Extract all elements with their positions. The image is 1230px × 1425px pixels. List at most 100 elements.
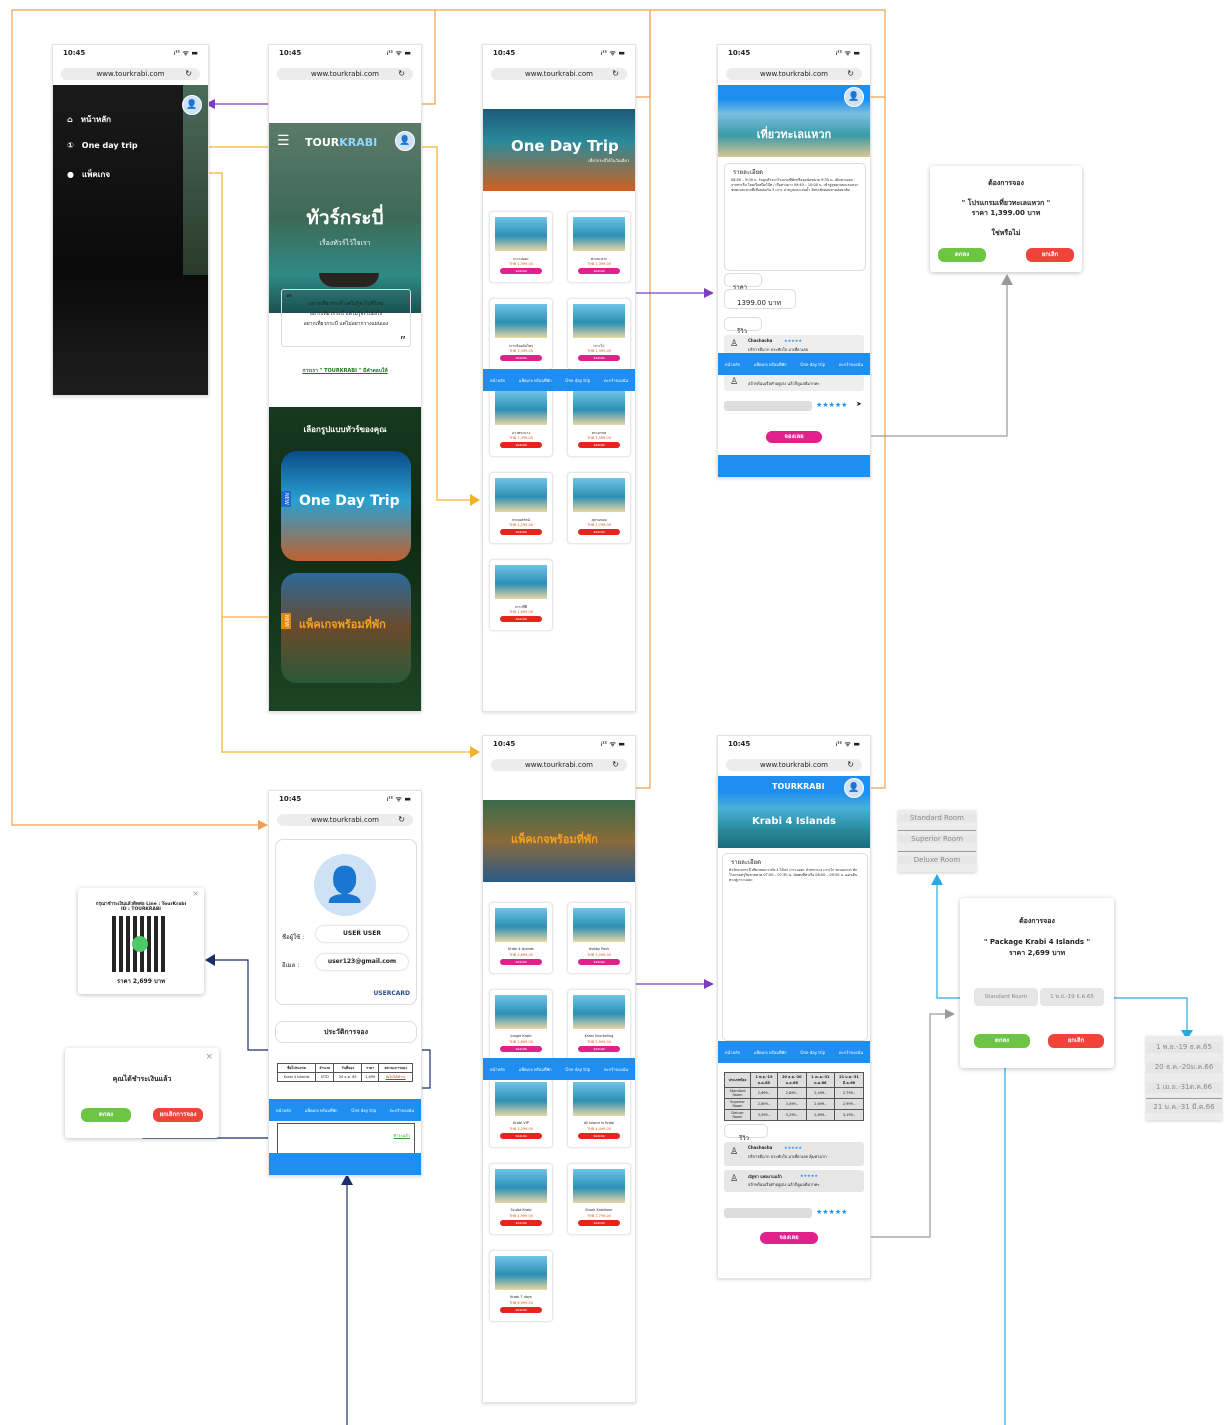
url-bar[interactable]: www.tourkrabi.com ↻ <box>726 68 862 80</box>
trip-card[interactable]: Krabi 7 days THB 6,999.00 จองเลย <box>489 1250 553 1322</box>
nav-day-trip[interactable]: One day trip <box>800 1050 825 1055</box>
trip-card[interactable]: Krabi VIP THB 3,299.00 จองเลย <box>489 1076 553 1148</box>
nav-home[interactable]: หน้าหลัก <box>725 361 740 368</box>
review-input[interactable] <box>724 401 812 411</box>
date-select[interactable]: 1 พ.ย.-19 ธ.ค.65 <box>1040 988 1104 1006</box>
nav-package[interactable]: แพ็คเกจ พร้อมที่พัก <box>519 1066 552 1073</box>
menu-icon[interactable]: ☰ <box>277 133 290 149</box>
book-button[interactable]: จองเลย <box>578 959 620 965</box>
book-button[interactable]: จองเลย <box>578 1046 620 1052</box>
book-button[interactable]: จองเลย <box>500 355 542 361</box>
review-stars-input[interactable]: ★★★★★ <box>816 401 847 409</box>
nav-cart[interactable]: ตะกร้าของฉัน <box>839 361 863 368</box>
reload-icon[interactable]: ↻ <box>398 814 405 826</box>
book-button[interactable]: จองเลย <box>500 1307 542 1313</box>
nav-home[interactable]: หน้าหลัก <box>490 377 505 384</box>
review-stars-input[interactable]: ★★★★★ <box>816 1208 847 1216</box>
trip-card[interactable]: เกาะพีพี THB 1,899.00 จองเลย <box>489 559 553 631</box>
nav-cart[interactable]: ตะกร้าของฉัน <box>839 1049 863 1056</box>
trip-card[interactable]: Krabi Snorkeling THB 2,999.00 จองเลย <box>567 989 631 1061</box>
url-bar[interactable]: www.tourkrabi.com ↻ <box>726 759 862 771</box>
trip-card[interactable]: เกาะปอดะ THB 1,399.00 จองเลย <box>489 211 553 283</box>
banner-package[interactable]: NEW แพ็คเกจพร้อมที่พัก <box>281 573 411 683</box>
drawer-item-package[interactable]: ● แพ็คเกจ <box>67 168 110 181</box>
url-bar[interactable]: www.tourkrabi.com ↻ <box>491 759 627 771</box>
trip-card[interactable]: อ่าวพระนาง THB 1,399.00 จองเลย <box>489 385 553 457</box>
cancel-booking-button[interactable]: ยกเลิกการจอง <box>153 1108 203 1122</box>
review-input[interactable] <box>724 1208 812 1218</box>
trip-card[interactable]: เกาะห้องคันไทร THB 1,399.00 จองเลย <box>489 298 553 370</box>
book-button[interactable]: จองเลย <box>760 1232 818 1244</box>
reload-icon[interactable]: ↻ <box>398 68 405 80</box>
ok-button[interactable]: ตกลง <box>938 248 986 262</box>
book-button[interactable]: จองเลย <box>500 268 542 274</box>
trip-card[interactable]: All Island in Krabi THB 4,499.00 จองเลย <box>567 1076 631 1148</box>
date-option[interactable]: 20 ธ.ค.-20ม.ค.66 <box>1146 1062 1222 1073</box>
nav-day-trip[interactable]: One day trip <box>565 378 590 383</box>
date-option[interactable]: 1 เม.ย.-31ต.ค.66 <box>1146 1082 1222 1093</box>
trip-card[interactable]: Hobby Pack THB 2,099.00 จองเลย <box>567 902 631 974</box>
nav-package[interactable]: แพ็คเกจ พร้อมที่พัก <box>305 1107 338 1114</box>
nav-day-trip[interactable]: One day trip <box>800 362 825 367</box>
trip-card[interactable]: เกาะไก่ THB 1,399.00 จองเลย <box>567 298 631 370</box>
date-option[interactable]: 1 พ.ย.-19 ธ.ค.65 <box>1146 1042 1222 1053</box>
avatar-icon[interactable]: 👤 <box>182 95 202 115</box>
room-select[interactable]: Standard Room <box>974 988 1038 1006</box>
nav-cart[interactable]: ตะกร้าของฉัน <box>604 1066 628 1073</box>
trip-card[interactable]: Scuba Krabi THB 4,999.00 จองเลย <box>489 1163 553 1235</box>
cancel-button[interactable]: ยกเลิก <box>1048 1034 1104 1048</box>
book-button[interactable]: จองเลย <box>500 529 542 535</box>
reload-icon[interactable]: ↻ <box>185 68 192 80</box>
paid-status-link[interactable]: ชำระแล้ว <box>393 1132 410 1139</box>
ok-button[interactable]: ตกลง <box>974 1034 1030 1048</box>
book-button[interactable]: จองเลย <box>578 268 620 274</box>
trip-card[interactable]: สุสานหอย THB 1,799.00 จองเลย <box>567 472 631 544</box>
reload-icon[interactable]: ↻ <box>847 68 854 80</box>
book-button[interactable]: จองเลย <box>500 959 542 965</box>
cancel-button[interactable]: ยกเลิก <box>1026 248 1074 262</box>
ok-button[interactable]: ตกลง <box>81 1108 131 1122</box>
nav-home[interactable]: หน้าหลัก <box>276 1107 291 1114</box>
url-bar[interactable]: www.tourkrabi.com ↻ <box>491 68 627 80</box>
date-option[interactable]: 21 ม.ค.-31 มี.ค.66 <box>1146 1102 1222 1113</box>
book-button[interactable]: จองเลย <box>500 1133 542 1139</box>
reload-icon[interactable]: ↻ <box>612 68 619 80</box>
book-button[interactable]: จองเลย <box>500 616 542 622</box>
send-icon[interactable]: ➤ <box>856 400 862 408</box>
room-option[interactable]: Standard Room <box>898 814 976 822</box>
book-button[interactable]: จองเลย <box>578 1133 620 1139</box>
book-button[interactable]: จองเลย <box>578 529 620 535</box>
drawer-item-day-trip[interactable]: ① One day trip <box>67 141 138 150</box>
url-bar[interactable]: www.tourkrabi.com ↻ <box>277 68 413 80</box>
trip-card[interactable]: Jungle Krabi THB 2,899.00 จองเลย <box>489 989 553 1061</box>
book-button[interactable]: จองเลย <box>500 1220 542 1226</box>
room-option[interactable]: Superior Room <box>898 835 976 843</box>
book-button[interactable]: จองเลย <box>578 442 620 448</box>
trip-card[interactable]: หาดนพรัตน์ THB 1,299.00 จองเลย <box>489 472 553 544</box>
book-button[interactable]: จองเลย <box>578 355 620 361</box>
reload-icon[interactable]: ↻ <box>847 759 854 771</box>
nav-cart[interactable]: ตะกร้าของฉัน <box>604 377 628 384</box>
book-button[interactable]: จองเลย <box>578 1220 620 1226</box>
trip-card[interactable]: สระมรกต THB 1,399.00 จองเลย <box>567 385 631 457</box>
avatar-icon[interactable]: 👤 <box>395 131 415 151</box>
nav-home[interactable]: หน้าหลัก <box>490 1066 505 1073</box>
drawer-item-home[interactable]: ⌂ หน้าหลัก <box>67 113 111 126</box>
url-bar[interactable]: www.tourkrabi.com ↻ <box>277 814 413 826</box>
trip-card[interactable]: Shark Krabitour THB 2,799.00 จองเลย <box>567 1163 631 1235</box>
nav-home[interactable]: หน้าหลัก <box>725 1049 740 1056</box>
nav-package[interactable]: แพ็คเกจ พร้อมที่พัก <box>754 1049 787 1056</box>
close-icon[interactable]: × <box>192 889 199 898</box>
book-button[interactable]: จองเลย <box>766 431 822 443</box>
avatar-icon[interactable]: 👤 <box>844 778 864 798</box>
nav-cart[interactable]: ตะกร้าของฉัน <box>390 1107 414 1114</box>
nav-day-trip[interactable]: One day trip <box>565 1067 590 1072</box>
book-button[interactable]: จองเลย <box>500 442 542 448</box>
trip-card[interactable]: ทะเลแหวก THB 1,399.00 จองเลย <box>567 211 631 283</box>
trip-card[interactable]: Krabi 4 Islands THB 2,699.00 จองเลย <box>489 902 553 974</box>
nav-package[interactable]: แพ็คเกจ พร้อมที่พัก <box>519 377 552 384</box>
nav-package[interactable]: แพ็คเกจ พร้อมที่พัก <box>754 361 787 368</box>
unpaid-status-link[interactable]: ยังไม่ได้ชำระ <box>378 1072 413 1082</box>
url-bar[interactable]: www.tourkrabi.com ↻ <box>61 68 200 80</box>
nav-day-trip[interactable]: One day trip <box>351 1108 376 1113</box>
